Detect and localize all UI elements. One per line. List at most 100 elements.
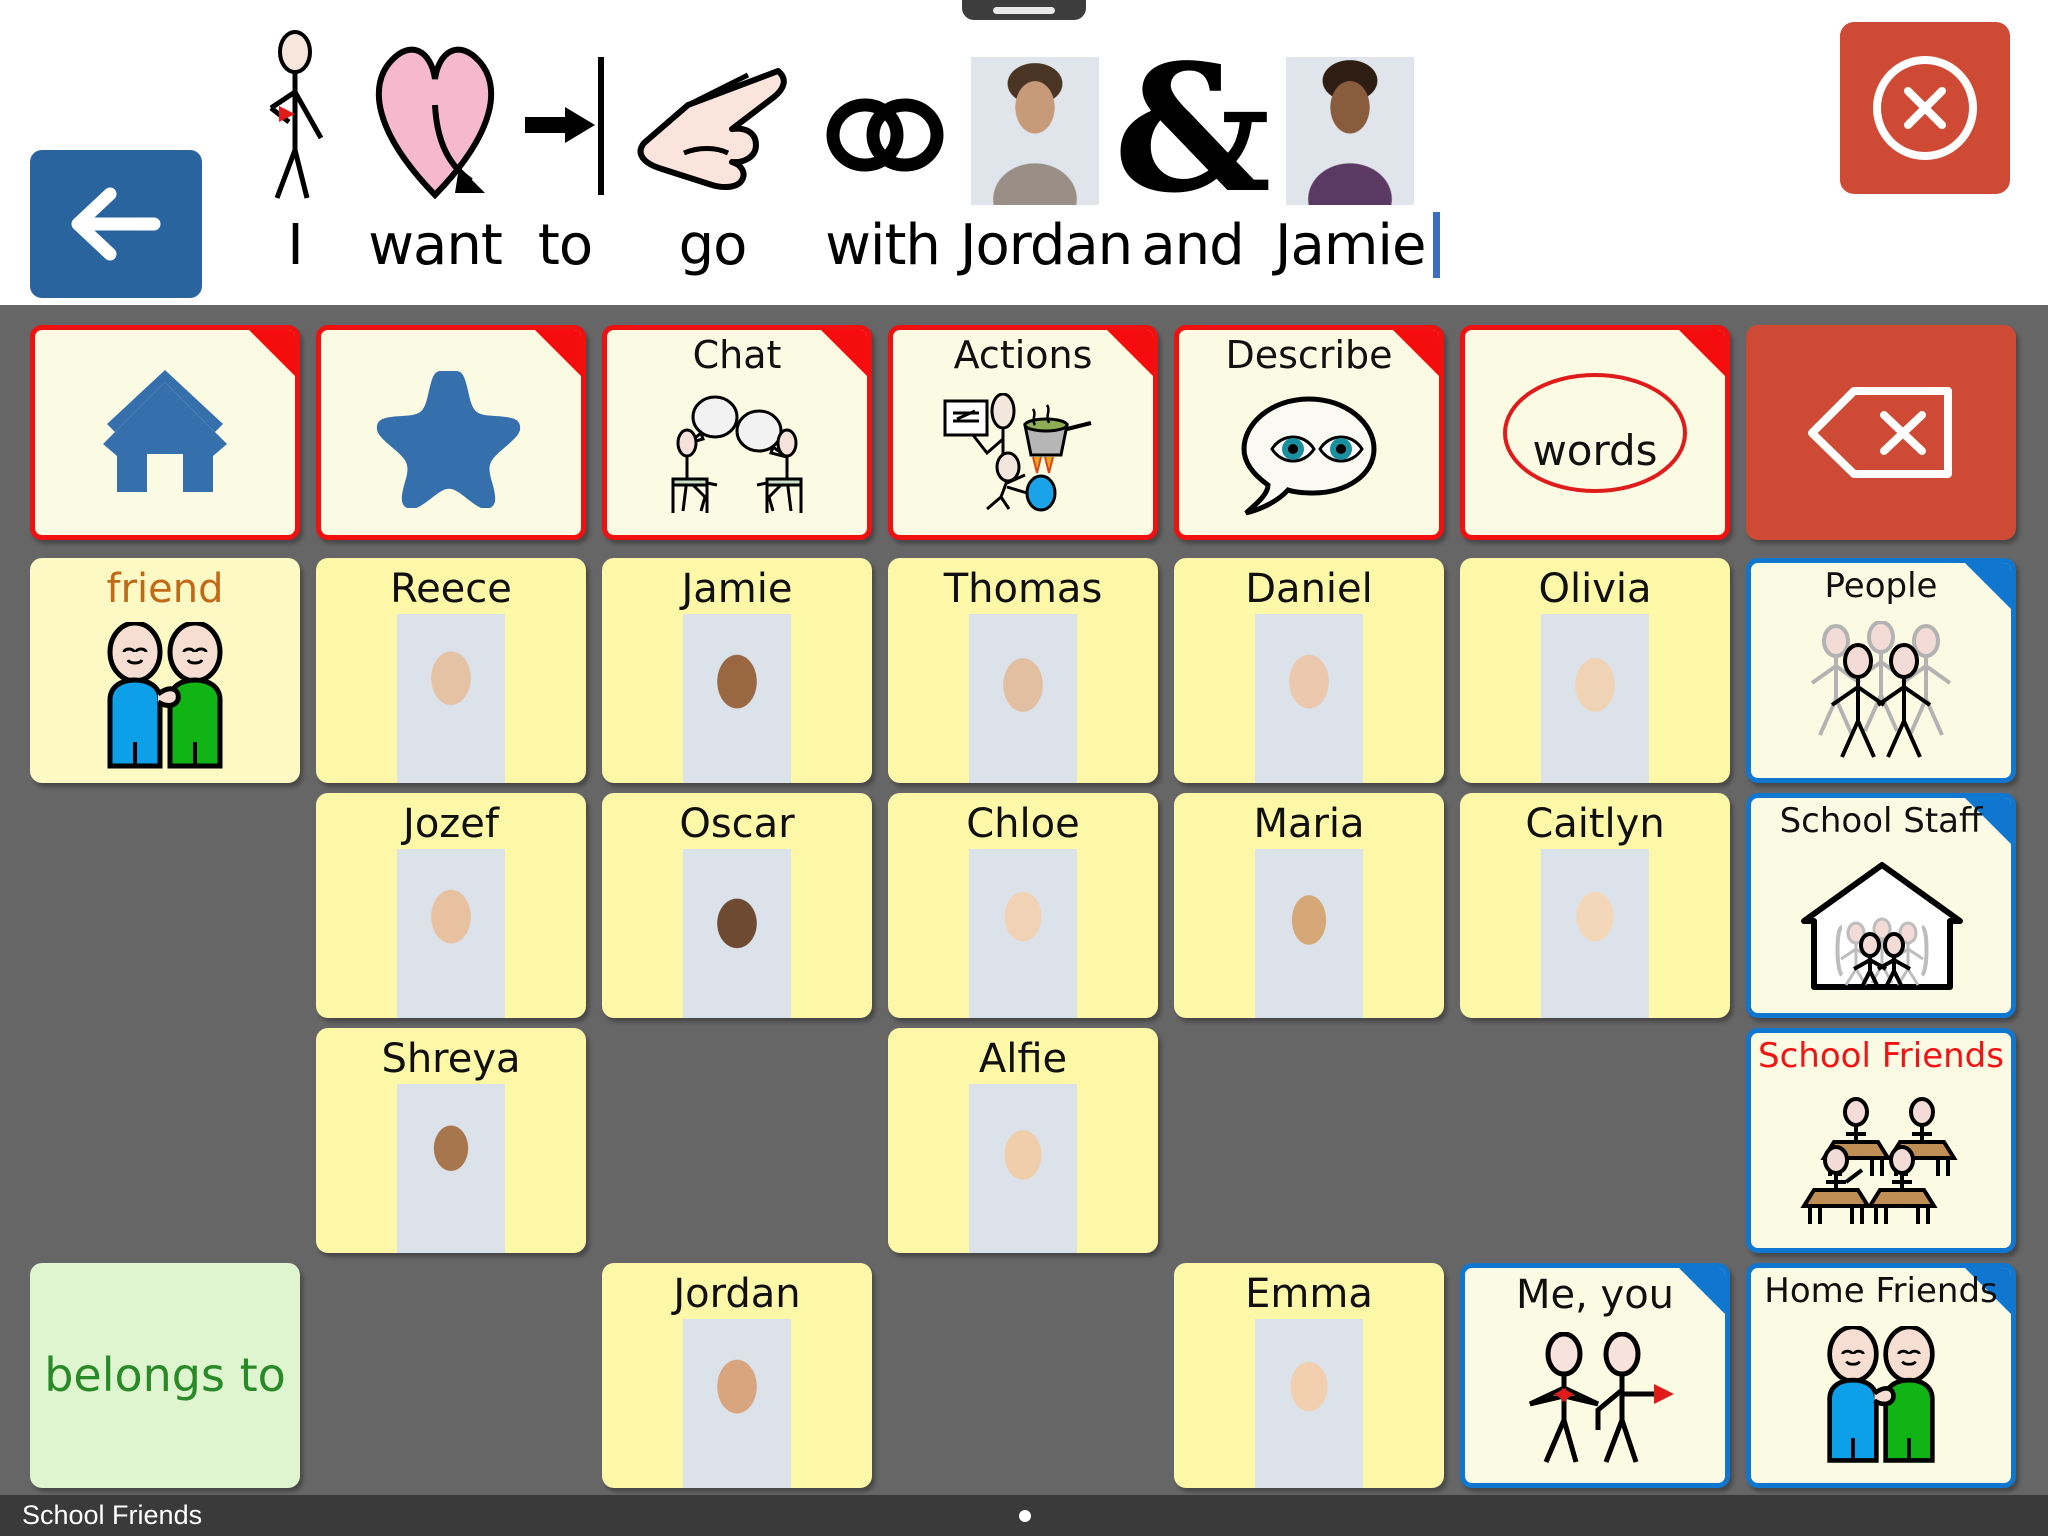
nav-words-label: words <box>1532 426 1658 475</box>
two-friends-icon <box>1751 1310 2011 1483</box>
cell-label: Daniel <box>1245 566 1373 612</box>
symbol-grid: Chat Actions Describe words friend Reece… <box>0 305 2048 1495</box>
cell-label: Home Friends <box>1764 1271 1998 1311</box>
nav-home-button[interactable] <box>30 325 300 540</box>
i-stick-figure-symbol <box>230 25 360 205</box>
actions-icon <box>893 376 1153 535</box>
corner-fold-icon <box>1678 330 1725 377</box>
nav-chat-label: Chat <box>692 333 782 377</box>
arrow-left-icon <box>71 187 161 261</box>
nav-describe-button[interactable]: Describe <box>1174 325 1444 540</box>
sentence-word: Jordan <box>960 212 1133 278</box>
cell-belongs-to[interactable]: belongs to <box>30 1263 300 1488</box>
cell-label: Maria <box>1253 801 1365 847</box>
me-you-stick-figures-icon <box>1465 1316 1725 1483</box>
speech-bubble-eyes-icon <box>1179 376 1439 535</box>
sentence-bar[interactable]: & I want to go with Jordan and Jamie <box>0 0 2048 305</box>
want-heart-symbol <box>360 25 510 205</box>
cell-folder-school-staff[interactable]: School Staff <box>1746 793 2016 1018</box>
delete-button[interactable] <box>1746 325 2016 540</box>
go-pointing-hand-symbol <box>620 25 805 205</box>
close-button[interactable] <box>1840 22 2010 194</box>
cell-person-reece[interactable]: Reece <box>316 558 586 783</box>
corner-fold-icon <box>1678 1268 1725 1315</box>
cell-label: Shreya <box>381 1036 521 1082</box>
cell-label: Emma <box>1245 1271 1373 1317</box>
sentence-word: and <box>1141 212 1244 278</box>
photo-jordan <box>683 1319 791 1488</box>
school-building-people-icon <box>1751 840 2011 1013</box>
cell-person-chloe[interactable]: Chloe <box>888 793 1158 1018</box>
sentence-symbol-row: & <box>230 10 1790 217</box>
status-bar: School Friends <box>0 1495 2048 1536</box>
cell-person-thomas[interactable]: Thomas <box>888 558 1158 783</box>
corner-fold-icon <box>1392 330 1439 377</box>
photo-chloe <box>969 849 1077 1018</box>
cell-person-daniel[interactable]: Daniel <box>1174 558 1444 783</box>
photo-emma <box>1255 1319 1363 1488</box>
cell-person-maria[interactable]: Maria <box>1174 793 1444 1018</box>
sentence-word: with <box>825 212 941 278</box>
sentence-word: want <box>368 212 503 278</box>
photo-shreya <box>397 1084 505 1253</box>
cell-person-jozef[interactable]: Jozef <box>316 793 586 1018</box>
nav-words-button[interactable]: words <box>1460 325 1730 540</box>
photo-alfie <box>969 1084 1077 1253</box>
backspace-delete-icon <box>1808 387 1952 478</box>
cell-friend[interactable]: friend <box>30 558 300 783</box>
sentence-content[interactable]: & I want to go with Jordan and Jamie <box>230 10 1790 295</box>
cell-label: Caitlyn <box>1525 801 1665 847</box>
nav-actions-button[interactable]: Actions <box>888 325 1158 540</box>
photo-daniel <box>1255 614 1363 783</box>
cell-label-friend: friend <box>106 566 224 612</box>
photo-olivia <box>1541 614 1649 783</box>
photo-maria <box>1255 849 1363 1018</box>
corner-fold-icon <box>534 330 581 377</box>
corner-fold-icon <box>248 330 295 377</box>
photo-caitlyn <box>1541 849 1649 1018</box>
corner-fold-icon <box>1964 563 2011 610</box>
cell-label: Alfie <box>978 1036 1068 1082</box>
cell-label: Jozef <box>403 801 499 847</box>
cell-label: School Staff <box>1779 801 1983 841</box>
cell-label: Oscar <box>679 801 795 847</box>
back-button[interactable] <box>30 150 202 298</box>
cell-person-emma[interactable]: Emma <box>1174 1263 1444 1488</box>
nav-chat-button[interactable]: Chat <box>602 325 872 540</box>
photo-reece <box>397 614 505 783</box>
cell-label: Thomas <box>943 566 1103 612</box>
photo-jamie <box>683 614 791 783</box>
cell-label: Me, you <box>1515 1272 1675 1318</box>
cell-label: Olivia <box>1538 566 1652 612</box>
photo-thomas <box>969 614 1077 783</box>
two-friends-icon <box>30 610 300 783</box>
cell-folder-people[interactable]: People <box>1746 558 2016 783</box>
jordan-photo-symbol <box>960 25 1110 205</box>
cell-person-jamie[interactable]: Jamie <box>602 558 872 783</box>
text-caret <box>1433 212 1440 278</box>
sentence-word: go <box>678 212 748 278</box>
cell-person-shreya[interactable]: Shreya <box>316 1028 586 1253</box>
cell-person-caitlyn[interactable]: Caitlyn <box>1460 793 1730 1018</box>
cell-person-alfie[interactable]: Alfie <box>888 1028 1158 1253</box>
sentence-word: to <box>537 212 593 278</box>
sentence-word: Jamie <box>1275 212 1426 278</box>
cell-folder-home-friends[interactable]: Home Friends <box>1746 1263 2016 1488</box>
page-indicator-dot <box>1019 1510 1031 1522</box>
cell-person-oscar[interactable]: Oscar <box>602 793 872 1018</box>
nav-describe-label: Describe <box>1225 333 1393 377</box>
cell-folder-school-friends[interactable]: School Friends <box>1746 1028 2016 1253</box>
cell-label: Reece <box>390 566 512 612</box>
cell-folder-me-you[interactable]: Me, you <box>1460 1263 1730 1488</box>
photo-jozef <box>397 849 505 1018</box>
cell-label: Jordan <box>673 1271 801 1317</box>
cell-person-jordan[interactable]: Jordan <box>602 1263 872 1488</box>
nav-actions-label: Actions <box>953 333 1093 377</box>
jamie-photo-symbol <box>1275 25 1425 205</box>
cell-label-current-page: School Friends <box>1758 1036 2004 1076</box>
sentence-word-row: I want to go with Jordan and Jamie <box>230 200 1790 290</box>
cell-label: Jamie <box>681 566 793 612</box>
nav-favourites-button[interactable] <box>316 325 586 540</box>
cell-label: belongs to <box>44 1348 286 1403</box>
cell-person-olivia[interactable]: Olivia <box>1460 558 1730 783</box>
